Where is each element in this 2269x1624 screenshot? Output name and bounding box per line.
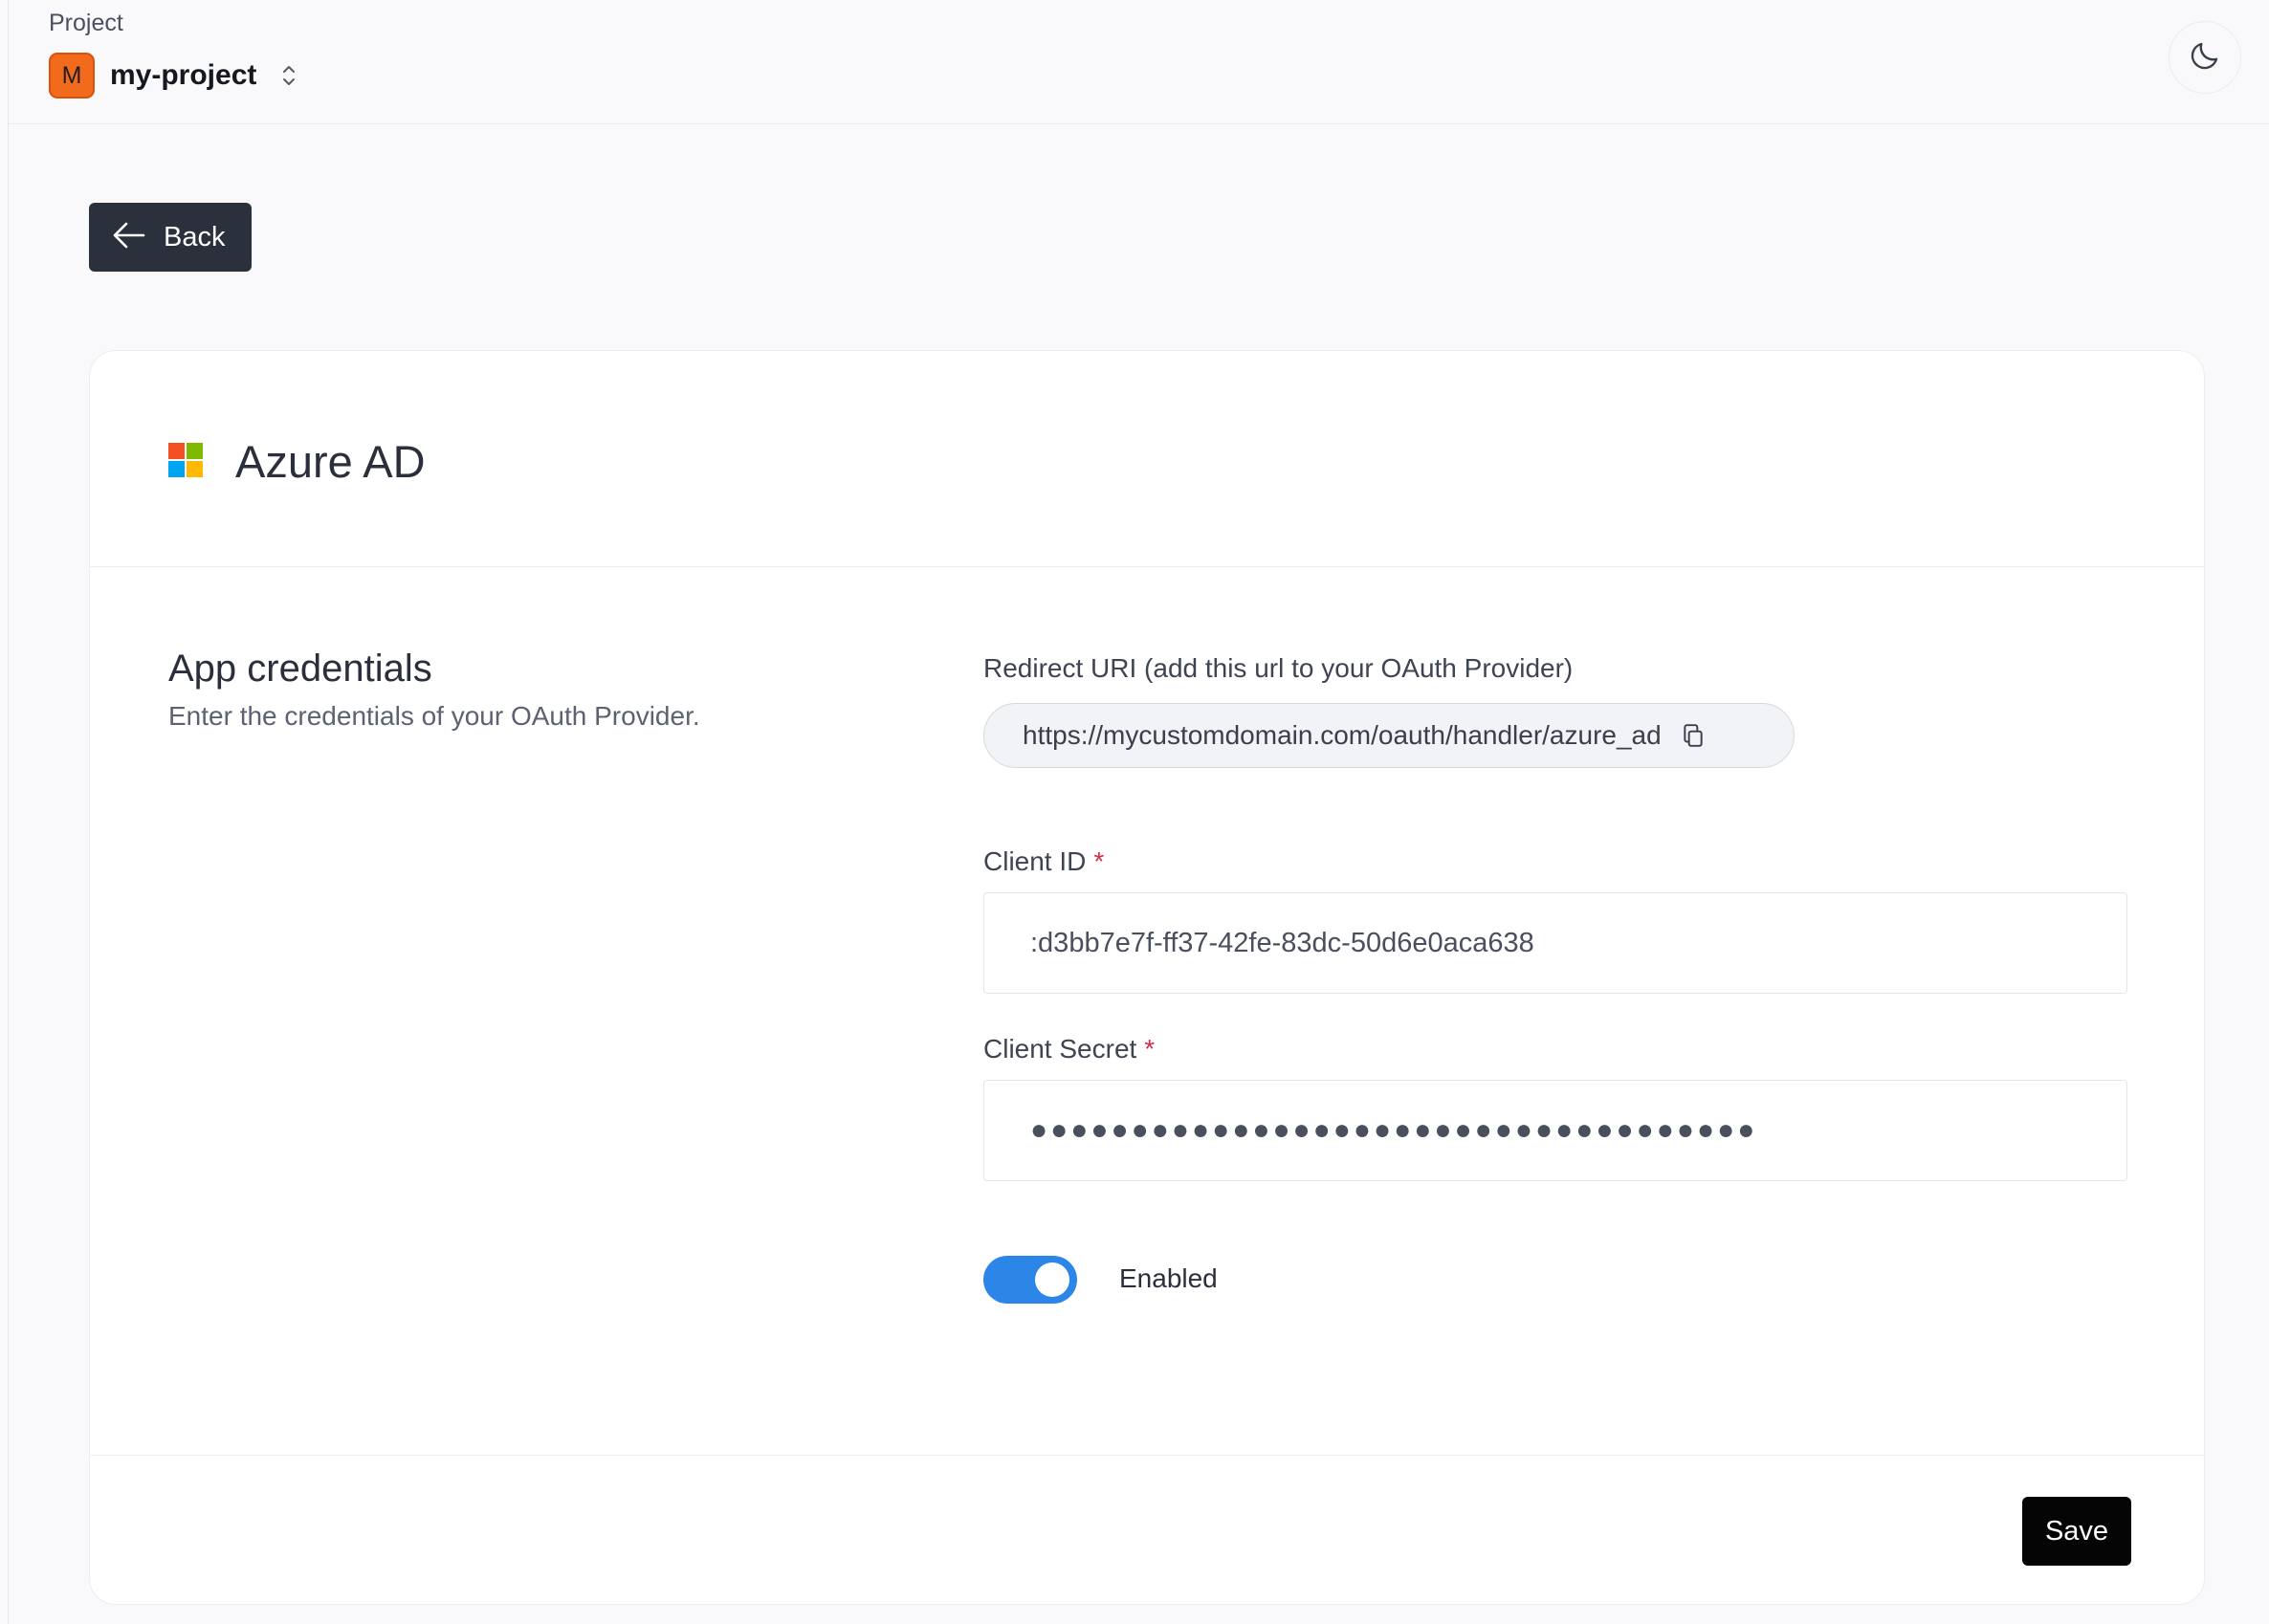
section-title: App credentials <box>168 647 432 690</box>
project-switcher[interactable]: M my-project <box>49 52 297 99</box>
chevron-up-down-icon <box>281 61 297 90</box>
enabled-toggle[interactable] <box>983 1256 1077 1304</box>
required-marker: * <box>1144 1034 1156 1064</box>
redirect-uri-label: Redirect URI (add this url to your OAuth… <box>983 653 1574 683</box>
app-frame: Project M my-project Back Azure AD App c… <box>8 0 2269 1624</box>
save-button[interactable]: Save <box>2022 1497 2131 1566</box>
client-secret-label: Client Secret * <box>983 1034 1155 1064</box>
back-button-label: Back <box>164 221 226 252</box>
enabled-label: Enabled <box>1119 1263 1218 1293</box>
moon-icon <box>2188 38 2222 77</box>
microsoft-logo <box>168 443 203 477</box>
client-id-label-text: Client ID <box>983 846 1087 876</box>
client-id-label: Client ID * <box>983 846 1104 877</box>
section-description: Enter the credentials of your OAuth Prov… <box>168 701 700 731</box>
required-marker: * <box>1093 846 1105 876</box>
redirect-uri-value: https://mycustomdomain.com/oauth/handler… <box>1023 720 1662 750</box>
back-button[interactable]: Back <box>89 203 252 272</box>
project-name: my-project <box>110 59 257 91</box>
copy-icon[interactable] <box>1679 721 1707 750</box>
client-secret-input[interactable] <box>983 1080 2127 1181</box>
client-id-input[interactable] <box>983 892 2127 994</box>
top-bar: Project M my-project <box>9 0 2269 124</box>
provider-settings-card: Azure AD App credentials Enter the crede… <box>89 350 2205 1605</box>
client-secret-label-text: Client Secret <box>983 1034 1137 1064</box>
toggle-knob <box>1035 1262 1069 1297</box>
card-footer-divider <box>90 1455 2204 1456</box>
theme-toggle-button[interactable] <box>2169 21 2241 94</box>
redirect-uri-field: https://mycustomdomain.com/oauth/handler… <box>983 703 1795 768</box>
arrow-left-icon <box>112 221 146 254</box>
card-header: Azure AD <box>90 351 2204 567</box>
project-label: Project <box>49 10 123 36</box>
project-avatar: M <box>49 53 95 99</box>
provider-title: Azure AD <box>235 436 426 487</box>
